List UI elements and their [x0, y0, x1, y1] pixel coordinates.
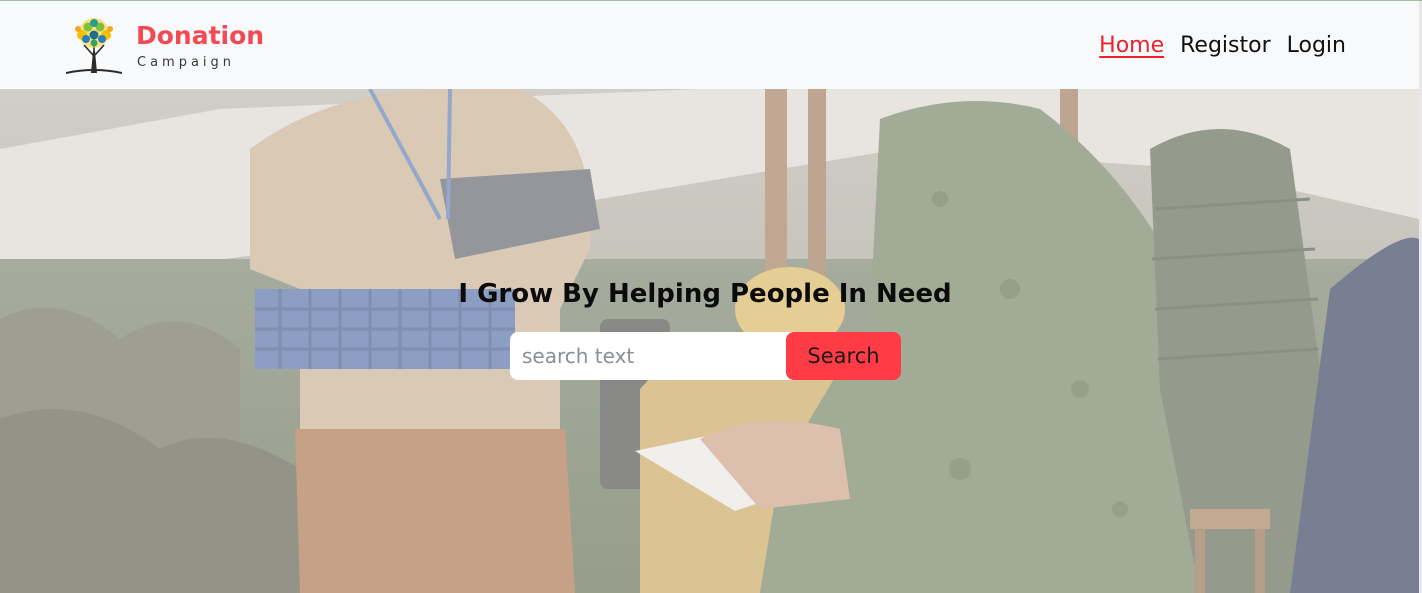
- nav-link-registor[interactable]: Registor: [1180, 33, 1271, 58]
- tree-logo-icon: [66, 18, 122, 74]
- search-button[interactable]: Search: [786, 332, 901, 380]
- nav-link-home[interactable]: Home: [1099, 33, 1164, 58]
- search-input[interactable]: [510, 332, 810, 380]
- hero-banner: I Grow By Helping People In Need Search: [0, 89, 1419, 593]
- main-nav: Home Registor Login: [1099, 33, 1346, 58]
- search-bar: Search: [510, 332, 901, 380]
- page: Donation Campaign Home Registor Login I …: [0, 0, 1422, 593]
- hero-heading: I Grow By Helping People In Need: [458, 279, 952, 309]
- brand-subtitle: Campaign: [137, 55, 236, 70]
- brand-logo[interactable]: Donation Campaign: [66, 15, 266, 77]
- nav-link-login[interactable]: Login: [1287, 33, 1346, 58]
- brand-title: Donation: [136, 21, 265, 50]
- navbar: Donation Campaign Home Registor Login: [0, 1, 1422, 89]
